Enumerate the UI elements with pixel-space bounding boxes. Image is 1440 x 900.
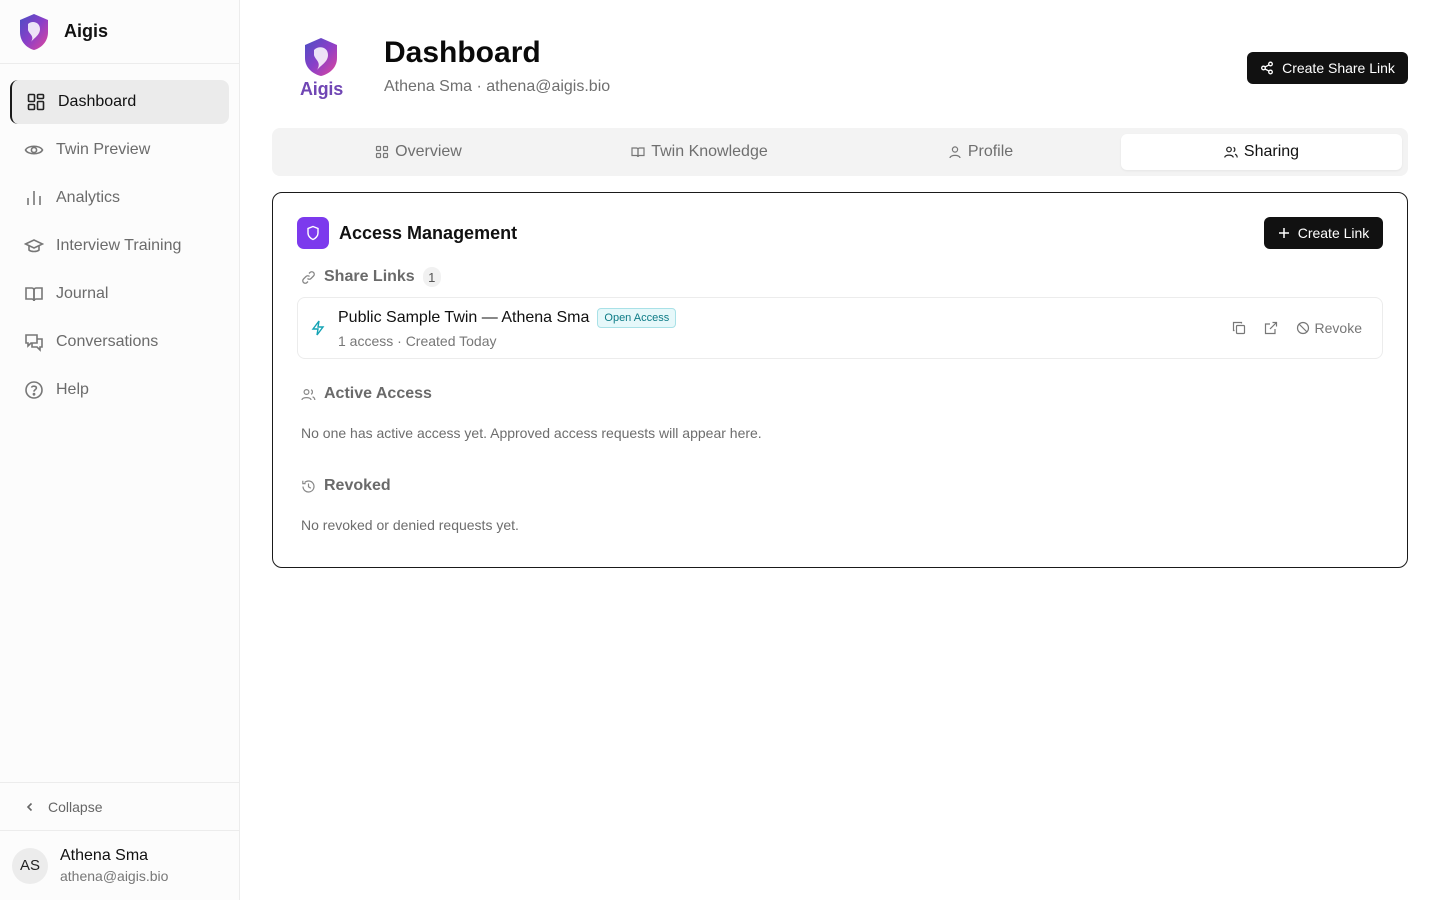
tab-sharing[interactable]: Sharing: [1121, 134, 1402, 170]
graduation-cap-icon: [24, 239, 44, 253]
plus-icon: [1278, 228, 1289, 238]
tab-profile[interactable]: Profile: [840, 134, 1121, 170]
share-link-title-row: Public Sample Twin — Athena Sma Open Acc…: [338, 308, 677, 328]
sidebar-item-twin-preview[interactable]: Twin Preview: [10, 128, 229, 172]
user-icon: [949, 146, 961, 159]
avatar: AS: [12, 847, 48, 884]
sidebar-item-label: Twin Preview: [56, 141, 151, 158]
shield-icon: [297, 217, 329, 249]
page-subtitle: Athena Sma · athena@aigis.bio: [384, 78, 611, 95]
brand-name: Aigis: [64, 21, 109, 41]
access-management-card: Access Management Create Link Share Link…: [272, 192, 1408, 568]
brand[interactable]: Aigis: [0, 0, 239, 64]
book-open-icon: [25, 287, 43, 302]
sidebar-item-analytics[interactable]: Analytics: [10, 176, 229, 220]
ban-icon: [1296, 321, 1309, 335]
link-icon: [302, 270, 315, 284]
layout-grid-icon: [27, 93, 45, 111]
sidebar-item-label: Interview Training: [56, 237, 182, 254]
history-icon: [302, 479, 315, 493]
active-access-title: Active Access: [324, 385, 432, 402]
sidebar-item-journal[interactable]: Journal: [10, 272, 229, 316]
active-access-heading: Active Access: [301, 385, 432, 403]
share-link-actions: Revoke: [1232, 320, 1362, 336]
create-share-link-label: Create Share Link: [1282, 60, 1395, 76]
share-links-count: 1: [422, 267, 441, 287]
tab-label: Twin Knowledge: [651, 143, 768, 160]
open-access-badge: Open Access: [597, 308, 677, 328]
lightning-icon: [311, 320, 325, 336]
grid-icon: [376, 145, 389, 159]
user-name: Athena Sma: [60, 847, 149, 864]
header-logo-text: Aigis: [300, 79, 344, 99]
messages-icon: [25, 334, 43, 352]
revoked-empty-text: No revoked or denied requests yet.: [301, 517, 519, 533]
user-email: athena@aigis.bio: [60, 868, 169, 884]
copy-icon: [1232, 321, 1245, 335]
sidebar-item-label: Help: [56, 381, 89, 398]
sidebar-item-label: Conversations: [56, 333, 159, 350]
bar-chart-icon: [27, 191, 41, 205]
revoked-heading: Revoked: [301, 477, 391, 495]
share-link-title: Public Sample Twin — Athena Sma: [338, 309, 590, 326]
create-share-link-button[interactable]: Create Share Link: [1247, 52, 1408, 84]
revoke-button[interactable]: Revoke: [1296, 320, 1362, 336]
share-icon: [1261, 61, 1274, 75]
users-icon: [1224, 146, 1238, 158]
user-profile[interactable]: AS Athena Sma athena@aigis.bio: [0, 830, 239, 900]
sidebar-item-label: Analytics: [56, 189, 121, 206]
chevron-left-icon: [26, 802, 33, 811]
collapse-button[interactable]: Collapse: [0, 782, 239, 830]
card-title: Access Management: [339, 222, 518, 243]
eye-icon: [24, 145, 44, 155]
external-link-icon: [1264, 321, 1277, 335]
create-link-button[interactable]: Create Link: [1264, 217, 1383, 249]
share-link-meta: 1 access · Created Today: [338, 333, 497, 349]
sidebar-item-label: Journal: [56, 285, 109, 302]
tab-label: Sharing: [1243, 143, 1300, 160]
card-header: Access Management: [297, 217, 517, 249]
sidebar-item-label: Dashboard: [58, 93, 137, 110]
share-links-heading: Share Links 1: [301, 267, 441, 287]
book-icon: [631, 147, 645, 158]
sidebar-item-conversations[interactable]: Conversations: [10, 320, 229, 364]
copy-link-button[interactable]: [1232, 321, 1246, 335]
tab-overview[interactable]: Overview: [278, 134, 559, 170]
users-icon: [301, 388, 316, 400]
sidebar-item-help[interactable]: Help: [10, 368, 229, 412]
revoke-label: Revoke: [1314, 320, 1362, 336]
sidebar-item-dashboard[interactable]: Dashboard: [10, 80, 229, 124]
aigis-logo-icon: [20, 13, 48, 50]
open-link-button[interactable]: [1264, 321, 1278, 335]
sidebar-nav: Dashboard Twin Preview Analytics Intervi…: [0, 64, 239, 412]
tab-twin-knowledge[interactable]: Twin Knowledge: [559, 134, 840, 170]
tab-bar: Overview Twin Knowledge Profile Sharing: [272, 128, 1408, 176]
help-circle-icon: [25, 381, 43, 399]
revoked-title: Revoked: [324, 477, 391, 494]
tab-label: Profile: [967, 143, 1014, 160]
create-link-label: Create Link: [1297, 225, 1370, 241]
page-title: Dashboard: [384, 36, 541, 69]
active-access-empty-text: No one has active access yet. Approved a…: [301, 425, 762, 441]
share-link-row: Public Sample Twin — Athena Sma Open Acc…: [297, 297, 1383, 359]
share-links-title: Share Links: [324, 268, 415, 285]
collapse-label: Collapse: [48, 798, 103, 815]
sidebar: Aigis Dashboard Twin Preview Analytics I…: [0, 0, 240, 900]
sidebar-item-interview-training[interactable]: Interview Training: [10, 224, 229, 268]
tab-label: Overview: [395, 143, 462, 160]
